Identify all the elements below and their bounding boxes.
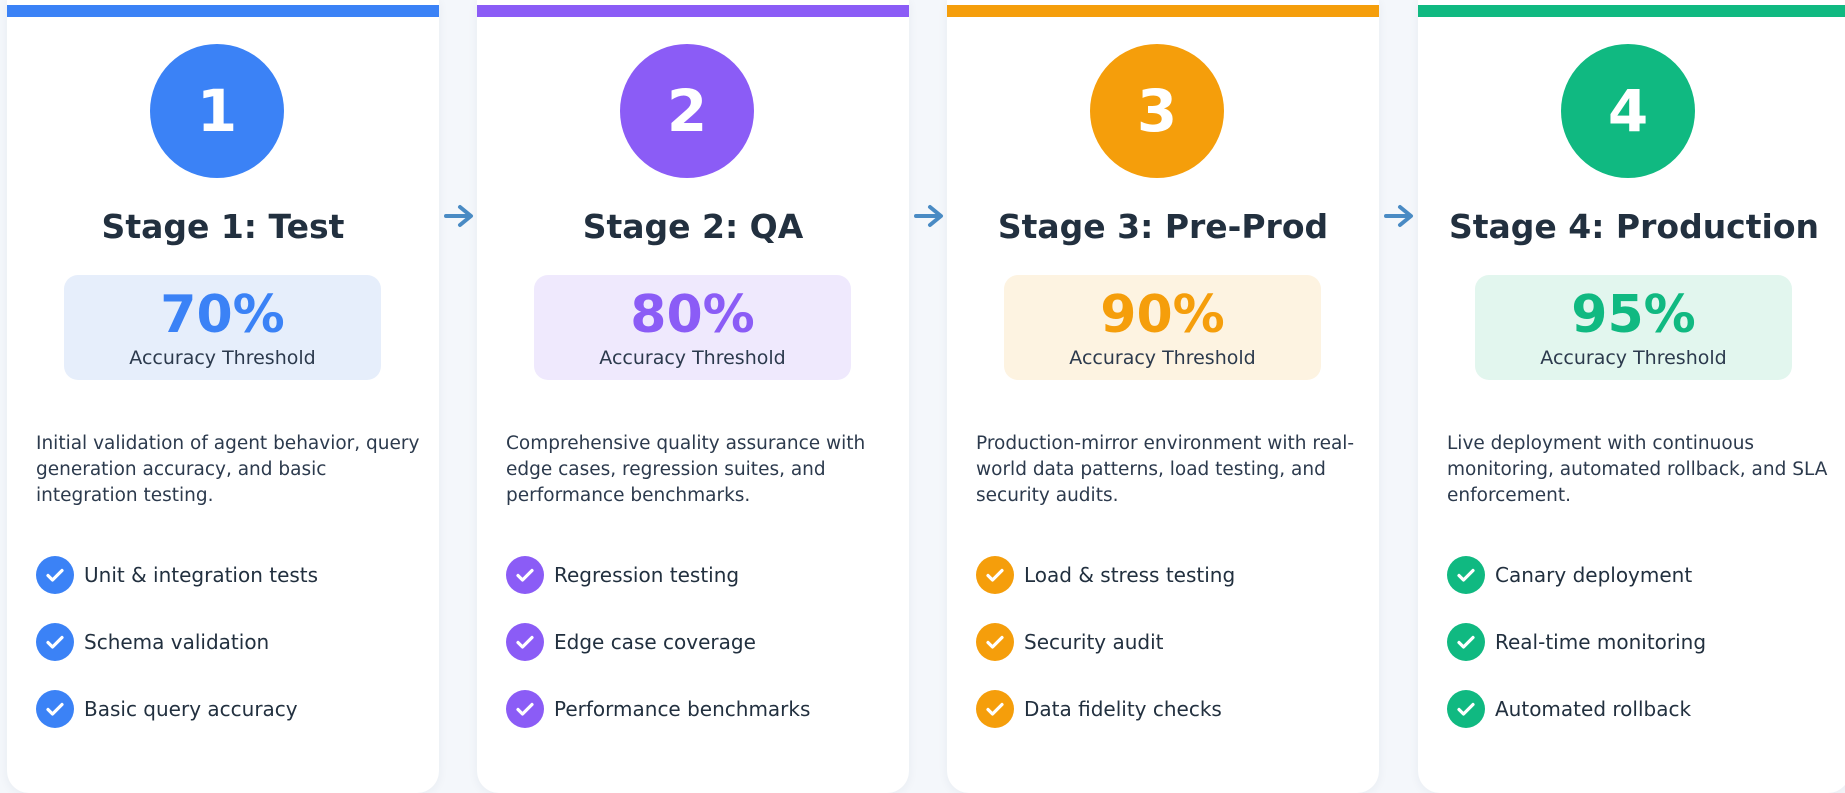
stage-number-badge: 3 [1090, 44, 1224, 178]
stage-accent-bar [477, 5, 909, 17]
accuracy-threshold-label: Accuracy Threshold [129, 347, 316, 369]
checklist-item-label: Security audit [1024, 630, 1164, 654]
arrow-right-icon [914, 203, 946, 229]
stage-card-test: 1 Stage 1: Test 70% Accuracy Threshold I… [7, 0, 439, 793]
check-icon [1447, 690, 1485, 728]
checklist-item: Basic query accuracy [36, 690, 426, 728]
check-icon [1447, 556, 1485, 594]
checklist-item-label: Basic query accuracy [84, 697, 298, 721]
check-icon [976, 556, 1014, 594]
checklist-item-label: Data fidelity checks [1024, 697, 1222, 721]
accuracy-threshold-label: Accuracy Threshold [1069, 347, 1256, 369]
checklist-item-label: Schema validation [84, 630, 270, 654]
checklist-item: Unit & integration tests [36, 556, 426, 594]
checklist-item-label: Canary deployment [1495, 563, 1693, 587]
checklist-item-label: Automated rollback [1495, 697, 1692, 721]
checklist-item: Real-time monitoring [1447, 623, 1837, 661]
accuracy-threshold-value: 80% [630, 285, 755, 345]
checklist-item: Security audit [976, 623, 1366, 661]
pipeline: 1 Stage 1: Test 70% Accuracy Threshold I… [0, 0, 1845, 793]
stage-card-pre-prod: 3 Stage 3: Pre-Prod 90% Accuracy Thresho… [947, 0, 1379, 793]
accuracy-threshold-value: 95% [1571, 285, 1696, 345]
accuracy-threshold-value: 90% [1100, 285, 1225, 345]
checklist-item-label: Regression testing [554, 563, 740, 587]
accuracy-threshold-box: 80% Accuracy Threshold [534, 275, 851, 380]
checklist: Load & stress testing Security audit Dat… [976, 556, 1366, 757]
arrow-right-icon [1384, 203, 1416, 229]
checklist-item-label: Real-time monitoring [1495, 630, 1707, 654]
accuracy-threshold-box: 90% Accuracy Threshold [1004, 275, 1321, 380]
check-icon [506, 556, 544, 594]
checklist-item-label: Unit & integration tests [84, 563, 319, 587]
checklist-item-label: Load & stress testing [1024, 563, 1236, 587]
check-icon [1447, 623, 1485, 661]
arrow-right-icon [444, 203, 476, 229]
stage-card-qa: 2 Stage 2: QA 80% Accuracy Threshold Com… [477, 0, 909, 793]
stage-description: Live deployment with continuous monitori… [1447, 433, 1828, 506]
stage-title: Stage 1: Test [101, 207, 345, 246]
stage-number-badge: 4 [1561, 44, 1695, 178]
checklist-item: Schema validation [36, 623, 426, 661]
stage-title: Stage 2: QA [582, 207, 804, 246]
checklist-item: Performance benchmarks [506, 690, 896, 728]
stage-accent-bar [7, 5, 439, 17]
accuracy-threshold-value: 70% [160, 285, 285, 345]
stage-title: Stage 3: Pre-Prod [997, 207, 1329, 246]
check-icon [976, 690, 1014, 728]
stage-description: Production-mirror environment with real-… [976, 433, 1355, 506]
check-icon [976, 623, 1014, 661]
accuracy-threshold-label: Accuracy Threshold [599, 347, 786, 369]
stage-number-badge: 2 [620, 44, 754, 178]
accuracy-threshold-label: Accuracy Threshold [1540, 347, 1727, 369]
stage-card-production: 4 Stage 4: Production 95% Accuracy Thres… [1418, 0, 1845, 793]
check-icon [36, 556, 74, 594]
stage-number-badge: 1 [150, 44, 284, 178]
accuracy-threshold-box: 95% Accuracy Threshold [1475, 275, 1792, 380]
checklist: Regression testing Edge case coverage Pe… [506, 556, 896, 757]
check-icon [36, 623, 74, 661]
checklist: Unit & integration tests Schema validati… [36, 556, 426, 757]
checklist-item: Canary deployment [1447, 556, 1837, 594]
stage-description: Comprehensive quality assurance with edg… [506, 433, 866, 506]
checklist-item-label: Performance benchmarks [554, 697, 811, 721]
stage-description: Initial validation of agent behavior, qu… [36, 433, 420, 506]
stage-accent-bar [1418, 5, 1845, 17]
check-icon [506, 623, 544, 661]
accuracy-threshold-box: 70% Accuracy Threshold [64, 275, 381, 380]
stage-accent-bar [947, 5, 1379, 17]
checklist-item: Edge case coverage [506, 623, 896, 661]
checklist-item: Data fidelity checks [976, 690, 1366, 728]
checklist-item: Regression testing [506, 556, 896, 594]
checklist-item: Automated rollback [1447, 690, 1837, 728]
checklist-item: Load & stress testing [976, 556, 1366, 594]
stage-title: Stage 4: Production [1448, 207, 1819, 246]
check-icon [506, 690, 544, 728]
check-icon [36, 690, 74, 728]
checklist: Canary deployment Real-time monitoring A… [1447, 556, 1837, 757]
checklist-item-label: Edge case coverage [554, 630, 756, 654]
